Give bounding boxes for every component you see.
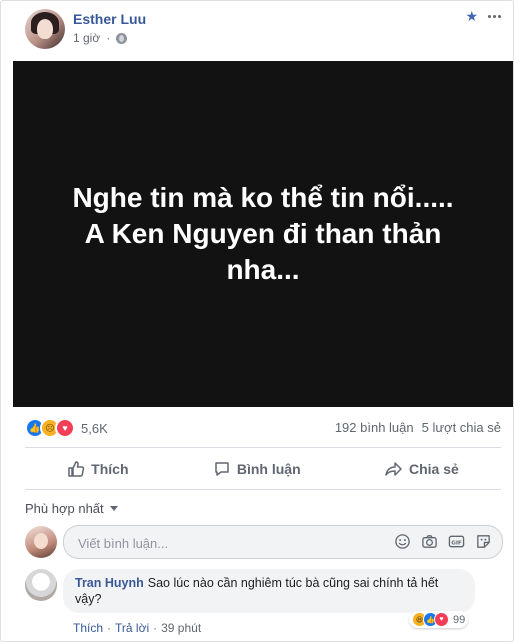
post-timestamp[interactable]: 1 giờ bbox=[73, 31, 100, 45]
comment-reactions[interactable]: 😆 👍 ♥ 99 bbox=[409, 611, 469, 628]
comment-author[interactable]: Tran Huynh bbox=[75, 576, 144, 590]
comment-input-box[interactable]: GIF bbox=[63, 525, 503, 560]
comment-actions: Thích · Trả lời · 39 phút bbox=[73, 621, 201, 635]
comment-item: Tran Huynh Sao lúc nào cần nghiêm túc bà … bbox=[25, 569, 501, 635]
reaction-count[interactable]: 5,6K bbox=[81, 421, 108, 436]
divider bbox=[25, 489, 501, 490]
image-text-line-3: nha... bbox=[226, 254, 300, 285]
divider bbox=[25, 447, 501, 448]
comment-count[interactable]: 192 bình luận bbox=[335, 420, 414, 435]
star-icon[interactable]: ★ bbox=[465, 9, 478, 23]
reaction-summary: 👍 ☹ ♥ 5,6K 192 bình luận 5 lượt chia sẻ bbox=[25, 415, 501, 441]
dot-separator: · bbox=[153, 621, 158, 635]
comment-button[interactable]: Bình luận bbox=[197, 451, 317, 487]
love-reaction-icon: ♥ bbox=[55, 418, 75, 438]
love-reaction-icon: ♥ bbox=[434, 612, 449, 627]
speech-bubble-icon bbox=[215, 462, 229, 476]
comment-reaction-count: 99 bbox=[453, 613, 466, 626]
comment-input[interactable] bbox=[76, 526, 380, 560]
commenter-avatar[interactable] bbox=[25, 569, 57, 601]
share-button[interactable]: Chia sẻ bbox=[369, 451, 475, 487]
post-meta: 1 giờ · bbox=[73, 31, 128, 45]
emoji-icon[interactable] bbox=[394, 533, 411, 550]
author-avatar[interactable] bbox=[25, 9, 65, 49]
thumbs-up-icon bbox=[68, 461, 85, 477]
share-count[interactable]: 5 lượt chia sẻ bbox=[422, 420, 501, 435]
comment-composer: GIF bbox=[25, 525, 503, 560]
post-actions: Thích Bình luận Chia sẻ bbox=[25, 451, 501, 487]
post-image[interactable]: Nghe tin mà ko thể tin nổi..... A Ken Ng… bbox=[13, 61, 513, 407]
post-card: Esther Luu 1 giờ · ★ Nghe tin mà ko thể … bbox=[0, 0, 514, 642]
camera-icon[interactable] bbox=[421, 533, 438, 550]
comment-label: Bình luận bbox=[236, 461, 301, 477]
globe-icon[interactable] bbox=[116, 32, 128, 44]
author-name[interactable]: Esther Luu bbox=[73, 11, 146, 27]
comment-reply-link[interactable]: Trả lời bbox=[115, 621, 149, 635]
reaction-icons[interactable]: 👍 ☹ ♥ 5,6K bbox=[25, 418, 108, 438]
comment-sort-label: Phù hợp nhất bbox=[25, 501, 104, 516]
sticker-icon[interactable] bbox=[475, 533, 492, 550]
post-header: Esther Luu 1 giờ · bbox=[25, 9, 146, 53]
engagement-stats: 192 bình luận 5 lượt chia sẻ bbox=[335, 420, 501, 435]
svg-text:GIF: GIF bbox=[451, 540, 462, 546]
gif-icon[interactable]: GIF bbox=[448, 533, 465, 550]
caret-down-icon bbox=[109, 506, 118, 511]
like-label: Thích bbox=[91, 461, 129, 477]
like-button[interactable]: Thích bbox=[51, 451, 144, 487]
more-options-icon[interactable] bbox=[488, 14, 501, 18]
dot-separator: · bbox=[107, 621, 112, 635]
header-icons: ★ bbox=[465, 9, 501, 23]
image-text-line-2: A Ken Nguyen đi than thản bbox=[84, 218, 442, 249]
current-user-avatar[interactable] bbox=[25, 526, 57, 558]
comment-timestamp[interactable]: 39 phút bbox=[161, 621, 201, 635]
dot-separator: · bbox=[106, 31, 111, 45]
comment-bubble: Tran Huynh Sao lúc nào cần nghiêm túc bà … bbox=[63, 569, 475, 613]
share-label: Chia sẻ bbox=[408, 461, 459, 477]
image-text-line-1: Nghe tin mà ko thể tin nổi..... bbox=[72, 182, 454, 213]
share-arrow-icon bbox=[385, 462, 402, 476]
comment-sort-dropdown[interactable]: Phù hợp nhất bbox=[25, 501, 118, 516]
composer-icons: GIF bbox=[394, 533, 492, 550]
comment-like-link[interactable]: Thích bbox=[73, 621, 103, 635]
